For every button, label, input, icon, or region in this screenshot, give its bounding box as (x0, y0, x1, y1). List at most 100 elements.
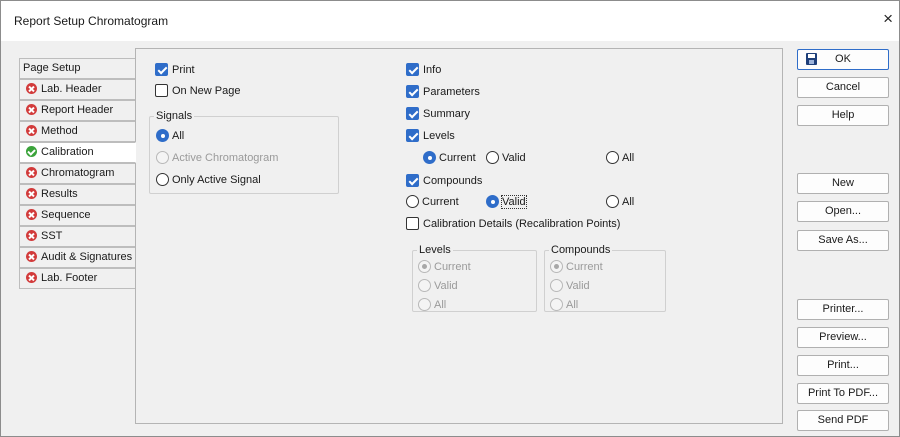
on-new-page-checkbox[interactable]: On New Page (155, 84, 240, 98)
print-button[interactable]: Print... (797, 355, 889, 376)
tab-chromatogram[interactable]: Chromatogram (19, 163, 135, 184)
tab-method[interactable]: Method (19, 121, 135, 142)
checkbox-box[interactable] (406, 63, 419, 76)
error-status-icon (26, 230, 37, 241)
radio-dot[interactable] (606, 151, 619, 164)
group-title: Signals (154, 110, 195, 122)
close-icon[interactable]: × (883, 10, 893, 27)
tab-label: Results (41, 188, 78, 200)
levels-valid-radio[interactable]: Valid (486, 151, 526, 165)
print-to-pdf-button[interactable]: Print To PDF... (797, 383, 889, 404)
radio-label: Active Chromatogram (172, 152, 279, 164)
print-checkbox[interactable]: Print (155, 63, 195, 77)
radio-dot[interactable] (156, 173, 169, 186)
tab-label: Chromatogram (41, 167, 115, 179)
error-status-icon (26, 272, 37, 283)
error-status-icon (26, 125, 37, 136)
tab-label: Sequence (41, 209, 91, 221)
tab-audit-signatures[interactable]: Audit & Signatures (19, 247, 135, 268)
tab-sequence[interactable]: Sequence (19, 205, 135, 226)
checkbox-box[interactable] (406, 174, 419, 187)
checkbox-label: Info (423, 64, 442, 76)
checkbox-box[interactable] (406, 85, 419, 98)
radio-label: Only Active Signal (172, 174, 261, 186)
checkbox-box[interactable] (406, 107, 419, 120)
save-as-button[interactable]: Save As... (797, 230, 889, 251)
error-status-icon (26, 251, 37, 262)
radio-dot[interactable] (486, 195, 499, 208)
checkbox-box[interactable] (406, 129, 419, 142)
report-setup-dialog: Report Setup Chromatogram × Page Setup L… (0, 0, 900, 437)
checkbox-label: Compounds (423, 175, 483, 187)
radio-label: Current (439, 152, 476, 164)
levels-current-radio[interactable]: Current (423, 151, 476, 165)
save-floppy-icon (806, 53, 817, 65)
checkbox-box[interactable] (406, 217, 419, 230)
group-title: Levels (417, 244, 453, 256)
details-levels-current-radio: Current (418, 260, 471, 274)
signals-active-chromatogram-radio: Active Chromatogram (156, 151, 278, 165)
radio-label: Current (566, 261, 603, 273)
send-pdf-button[interactable]: Send PDF (797, 410, 889, 431)
radio-label: Valid (502, 152, 526, 164)
error-status-icon (26, 209, 37, 220)
open-button[interactable]: Open... (797, 201, 889, 222)
compounds-all-radio[interactable]: All (606, 195, 634, 209)
radio-label: All (622, 152, 635, 164)
checkbox-label: Summary (423, 108, 471, 120)
tab-label: Audit & Signatures (41, 251, 133, 263)
calibration-panel: Print On New Page Signals All Active Chr… (135, 48, 783, 424)
tab-lab-footer[interactable]: Lab. Footer (19, 268, 135, 289)
window-title: Report Setup Chromatogram (14, 14, 169, 28)
compounds-current-radio[interactable]: Current (406, 195, 459, 209)
tab-label: Report Header (41, 104, 114, 116)
tab-sst[interactable]: SST (19, 226, 135, 247)
new-button[interactable]: New (797, 173, 889, 194)
levels-checkbox[interactable]: Levels (406, 129, 455, 143)
radio-dot[interactable] (606, 195, 619, 208)
calibration-details-checkbox[interactable]: Calibration Details (Recalibration Point… (406, 217, 620, 231)
tab-label: Lab. Footer (41, 272, 98, 284)
details-compounds-all-radio: All (550, 298, 578, 312)
radio-dot[interactable] (406, 195, 419, 208)
radio-dot[interactable] (156, 129, 169, 142)
compounds-valid-radio[interactable]: Valid (486, 195, 527, 209)
parameters-checkbox[interactable]: Parameters (406, 85, 480, 99)
levels-all-radio[interactable]: All (606, 151, 634, 165)
radio-label: Current (422, 196, 459, 208)
summary-checkbox[interactable]: Summary (406, 107, 470, 121)
cancel-button[interactable]: Cancel (797, 77, 889, 98)
tab-page-setup[interactable]: Page Setup (19, 58, 135, 79)
checkbox-label: Parameters (423, 86, 480, 98)
radio-dot[interactable] (486, 151, 499, 164)
checkbox-box[interactable] (155, 63, 168, 76)
checkbox-label: On New Page (172, 85, 241, 97)
tab-label: Page Setup (23, 62, 81, 74)
signals-group: Signals All Active Chromatogram Only Act… (149, 110, 339, 194)
ok-button[interactable]: OK (797, 49, 889, 70)
tab-report-header[interactable]: Report Header (19, 100, 135, 121)
tab-calibration[interactable]: Calibration (19, 142, 136, 163)
checkbox-box[interactable] (155, 84, 168, 97)
help-button[interactable]: Help (797, 105, 889, 126)
radio-dot[interactable] (423, 151, 436, 164)
compounds-checkbox[interactable]: Compounds (406, 174, 482, 188)
printer-button[interactable]: Printer... (797, 299, 889, 320)
details-levels-group: Levels Current Valid All (412, 244, 537, 312)
signals-only-active-signal-radio[interactable]: Only Active Signal (156, 173, 261, 187)
preview-button[interactable]: Preview... (797, 327, 889, 348)
radio-dot (418, 298, 431, 311)
radio-label: Valid (566, 280, 590, 292)
checkbox-label: Levels (423, 130, 455, 142)
tab-results[interactable]: Results (19, 184, 135, 205)
tab-lab-header[interactable]: Lab. Header (19, 79, 135, 100)
radio-label: Valid (434, 280, 458, 292)
signals-all-radio[interactable]: All (156, 129, 184, 143)
button-label: OK (835, 53, 851, 65)
info-checkbox[interactable]: Info (406, 63, 441, 77)
ok-status-icon (26, 146, 37, 157)
error-status-icon (26, 167, 37, 178)
error-status-icon (26, 104, 37, 115)
title-bar: Report Setup Chromatogram × (1, 1, 899, 41)
group-title: Compounds (549, 244, 613, 256)
